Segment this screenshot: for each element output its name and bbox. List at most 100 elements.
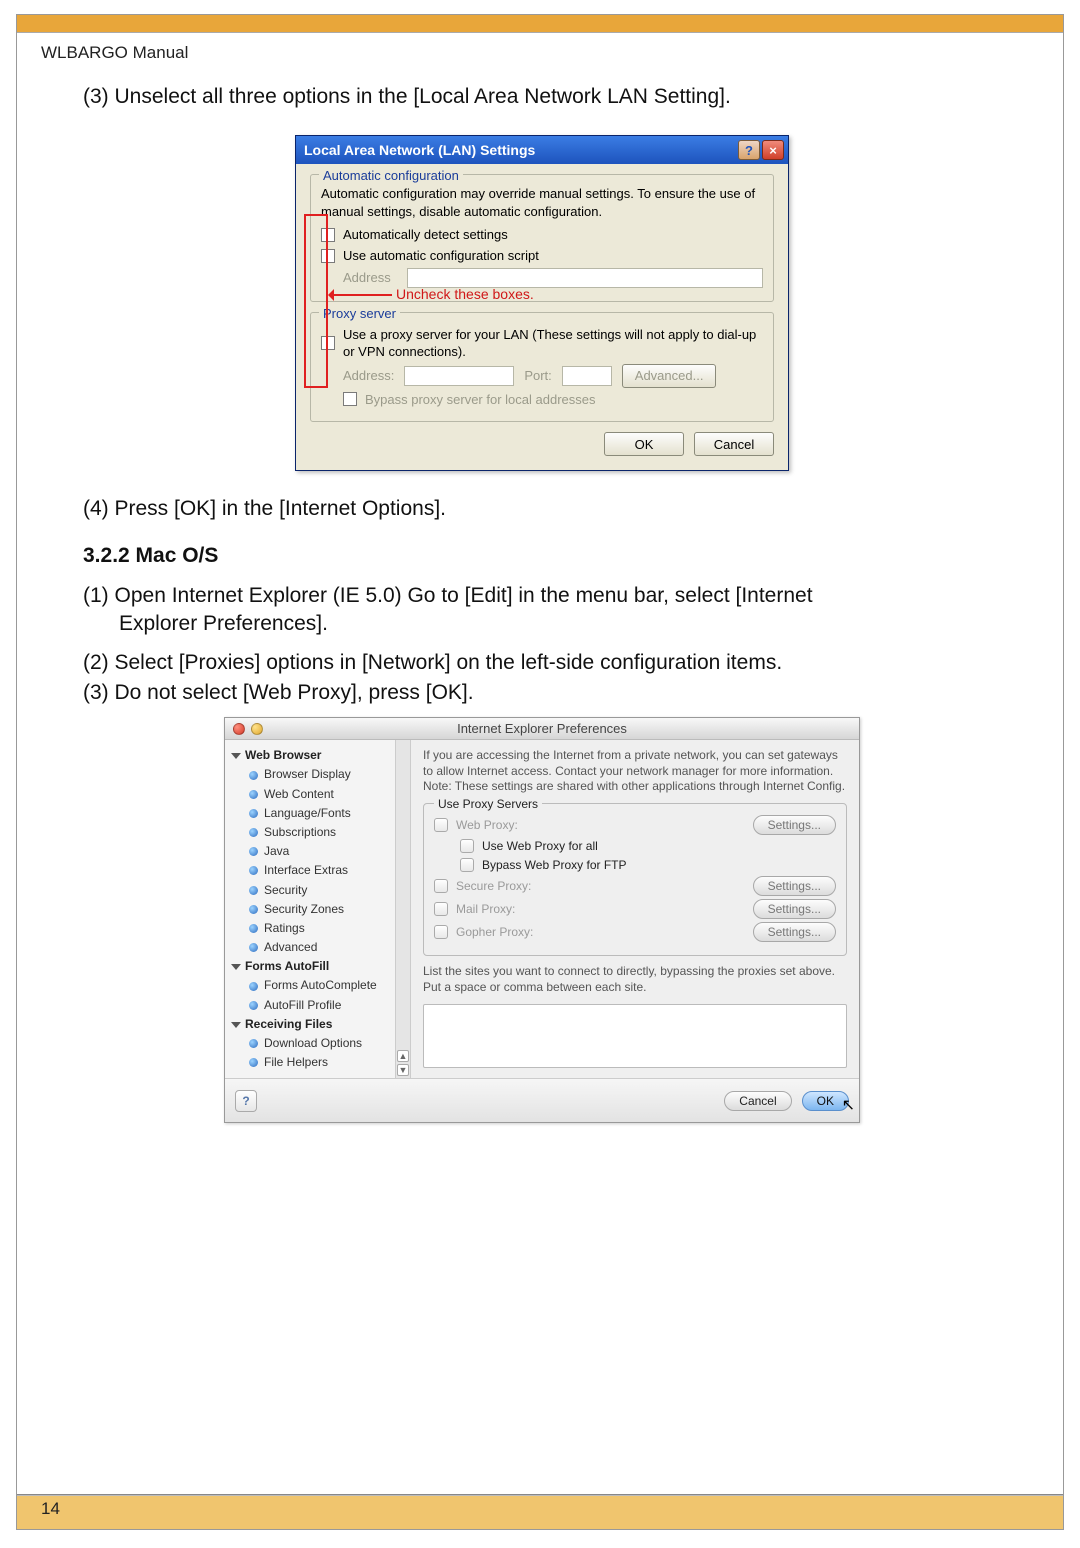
sidebar-item-file-helpers[interactable]: File Helpers	[231, 1053, 406, 1072]
label-auto-detect: Automatically detect settings	[343, 226, 508, 244]
bullet-icon	[249, 905, 258, 914]
checkbox-use-proxy[interactable]	[321, 336, 335, 350]
bullet-icon	[249, 790, 258, 799]
sidebar-item-advanced[interactable]: Advanced	[231, 938, 406, 957]
step-3: (3) Unselect all three options in the [L…	[83, 83, 1001, 111]
label-web-proxy: Web Proxy:	[456, 817, 745, 833]
bullet-icon	[249, 866, 258, 875]
mac-main-panel: If you are accessing the Internet from a…	[411, 740, 859, 1078]
sidebar-item-language-fonts[interactable]: Language/Fonts	[231, 804, 406, 823]
checkbox-bypass[interactable]	[343, 392, 357, 406]
group-label-auto: Automatic configuration	[319, 167, 463, 185]
port-label: Port:	[524, 367, 551, 385]
sidebar-item-security[interactable]: Security	[231, 881, 406, 900]
sidebar-cat-receiving-files[interactable]: Receiving Files	[231, 1015, 406, 1034]
disclosure-triangle-icon	[231, 964, 241, 970]
mac-step-1a: (1) Open Internet Explorer (IE 5.0) Go t…	[83, 582, 1001, 610]
bypass-list-textarea[interactable]	[423, 1004, 847, 1068]
mac-help-button[interactable]: ?	[235, 1090, 257, 1112]
section-heading-mac: 3.2.2 Mac O/S	[83, 542, 1001, 570]
settings-mail-proxy-button[interactable]: Settings...	[753, 899, 836, 919]
close-button[interactable]: ×	[762, 140, 784, 160]
checkbox-auto-script[interactable]	[321, 249, 335, 263]
label-bypass-ftp: Bypass Web Proxy for FTP	[482, 857, 836, 873]
sidebar-cat-web-browser[interactable]: Web Browser	[231, 746, 406, 765]
sidebar-item-ratings[interactable]: Ratings	[231, 919, 406, 938]
bullet-icon	[249, 847, 258, 856]
group-label-proxy: Proxy server	[319, 305, 400, 323]
checkbox-auto-detect[interactable]	[321, 228, 335, 242]
page-content: (3) Unselect all three options in the [L…	[17, 63, 1063, 1159]
help-button[interactable]: ?	[738, 140, 760, 160]
label-secure-proxy: Secure Proxy:	[456, 878, 745, 894]
ok-button[interactable]: OK	[604, 432, 684, 456]
label-gopher-proxy: Gopher Proxy:	[456, 924, 745, 940]
disclosure-triangle-icon	[231, 1022, 241, 1028]
bullet-icon	[249, 943, 258, 952]
label-use-all: Use Web Proxy for all	[482, 838, 836, 854]
group-label-proxy: Use Proxy Servers	[434, 796, 542, 812]
checkbox-use-all[interactable]	[460, 839, 474, 853]
bullet-icon	[249, 828, 258, 837]
xp-titlebar: Local Area Network (LAN) Settings ? ×	[296, 136, 788, 164]
proxy-address-input[interactable]	[404, 366, 514, 386]
list-note: List the sites you want to connect to di…	[423, 964, 847, 995]
settings-gopher-proxy-button[interactable]: Settings...	[753, 922, 836, 942]
sidebar-item-forms-autocomplete[interactable]: Forms AutoComplete	[231, 976, 406, 995]
label-bypass: Bypass proxy server for local addresses	[365, 391, 595, 409]
mac-note: If you are accessing the Internet from a…	[423, 748, 847, 795]
mac-step-2: (2) Select [Proxies] options in [Network…	[83, 649, 1001, 677]
bullet-icon	[249, 771, 258, 780]
mac-titlebar: Internet Explorer Preferences	[225, 718, 859, 740]
mac-footer: ? Cancel OK ↖	[225, 1078, 859, 1122]
mac-sidebar: Web Browser Browser Display Web Content …	[225, 740, 411, 1078]
label-mail-proxy: Mail Proxy:	[456, 901, 745, 917]
scroll-up-icon[interactable]: ▲	[397, 1050, 409, 1062]
cursor-icon: ↖	[842, 1095, 855, 1117]
checkbox-gopher-proxy[interactable]	[434, 925, 448, 939]
label-auto-script: Use automatic configuration script	[343, 247, 539, 265]
sidebar-item-security-zones[interactable]: Security Zones	[231, 900, 406, 919]
sidebar-item-browser-display[interactable]: Browser Display	[231, 765, 406, 784]
proxy-port-input[interactable]	[562, 366, 612, 386]
manual-header: WLBARGO Manual	[17, 33, 1063, 63]
sidebar-cat-forms-autofill[interactable]: Forms AutoFill	[231, 957, 406, 976]
mac-cancel-button[interactable]: Cancel	[724, 1091, 791, 1111]
addr-label: Address:	[343, 367, 394, 385]
step-4: (4) Press [OK] in the [Internet Options]…	[83, 495, 1001, 523]
settings-secure-proxy-button[interactable]: Settings...	[753, 876, 836, 896]
annotation-uncheck: Uncheck these boxes.	[396, 285, 534, 304]
lan-settings-dialog: Local Area Network (LAN) Settings ? × Au…	[295, 135, 789, 471]
sidebar-item-interface-extras[interactable]: Interface Extras	[231, 861, 406, 880]
settings-web-proxy-button[interactable]: Settings...	[753, 815, 836, 835]
mac-screenshot-container: Internet Explorer Preferences Web Browse…	[83, 717, 1001, 1123]
auto-desc: Automatic configuration may override man…	[321, 185, 763, 220]
xp-title: Local Area Network (LAN) Settings	[304, 141, 535, 160]
scroll-down-icon[interactable]: ▼	[397, 1064, 409, 1076]
sidebar-item-autofill-profile[interactable]: AutoFill Profile	[231, 996, 406, 1015]
bullet-icon	[249, 1039, 258, 1048]
sidebar-scrollbar[interactable]: ▲ ▼	[395, 740, 410, 1078]
advanced-button[interactable]: Advanced...	[622, 364, 717, 388]
checkbox-bypass-ftp[interactable]	[460, 858, 474, 872]
checkbox-web-proxy[interactable]	[434, 818, 448, 832]
red-arrow	[332, 294, 392, 296]
label-use-proxy: Use a proxy server for your LAN (These s…	[343, 326, 763, 361]
bottom-orange-bar: 14	[17, 1495, 1063, 1529]
sidebar-item-web-content[interactable]: Web Content	[231, 785, 406, 804]
xp-screenshot-container: Local Area Network (LAN) Settings ? × Au…	[83, 135, 1001, 471]
sidebar-item-subscriptions[interactable]: Subscriptions	[231, 823, 406, 842]
checkbox-mail-proxy[interactable]	[434, 902, 448, 916]
mac-step-3: (3) Do not select [Web Proxy], press [OK…	[83, 679, 1001, 707]
use-proxy-servers-group: Use Proxy Servers Web Proxy: Settings...…	[423, 803, 847, 956]
page-frame: WLBARGO Manual (3) Unselect all three op…	[16, 14, 1064, 1530]
cancel-button[interactable]: Cancel	[694, 432, 774, 456]
automatic-config-group: Automatic configuration Automatic config…	[310, 174, 774, 301]
proxy-server-group: Proxy server Use a proxy server for your…	[310, 312, 774, 423]
checkbox-secure-proxy[interactable]	[434, 879, 448, 893]
bullet-icon	[249, 1058, 258, 1067]
sidebar-item-download-options[interactable]: Download Options	[231, 1034, 406, 1053]
sidebar-item-java[interactable]: Java	[231, 842, 406, 861]
bullet-icon	[249, 1001, 258, 1010]
top-orange-bar	[17, 15, 1063, 33]
